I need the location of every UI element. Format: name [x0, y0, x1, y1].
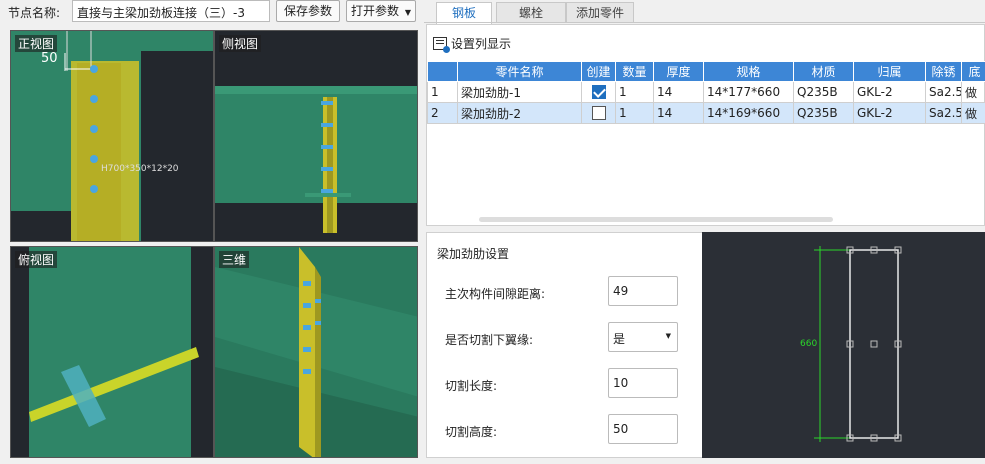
col-header-index	[427, 61, 458, 82]
settings-title: 梁加劲肋设置	[437, 247, 510, 261]
col-header-create[interactable]: 创建	[581, 61, 616, 82]
top-view-label: 俯视图	[15, 251, 58, 268]
cell-qty[interactable]: 1	[615, 81, 654, 103]
parts-panel: 钢板 螺栓 添加零件 设置列显示 零件名称 创建 数量 厚度 规格 材质 归属 …	[424, 0, 985, 464]
cut-flange-label: 是否切割下翼缘:	[445, 333, 534, 347]
column-settings-icon	[433, 37, 450, 53]
cell-index: 1	[427, 81, 458, 103]
cell-spec[interactable]: 14*169*660	[703, 102, 794, 124]
cut-flange-select[interactable]: 是 ▼	[608, 322, 678, 352]
col-header-rust[interactable]: 除锈	[925, 61, 962, 82]
col-header-name[interactable]: 零件名称	[457, 61, 582, 82]
cell-extra[interactable]: 做	[961, 81, 985, 103]
table-header-row: 零件名称 创建 数量 厚度 规格 材质 归属 除锈 底	[427, 61, 985, 82]
cell-material[interactable]: Q235B	[793, 102, 854, 124]
cell-material[interactable]: Q235B	[793, 81, 854, 103]
3d-view-model	[215, 247, 417, 457]
node-name-input[interactable]: 直接与主梁加劲板连接（三）-3	[72, 0, 270, 22]
side-view-model	[215, 31, 417, 241]
cell-spec[interactable]: 14*177*660	[703, 81, 794, 103]
stiffener-settings: 梁加劲肋设置 主次构件间隙距离: 49 是否切割下翼缘: 是 ▼ 切割长度: 1…	[426, 232, 704, 458]
gap-input[interactable]: 49	[608, 276, 678, 306]
front-view[interactable]: 正视图 50 H700*350*12*20	[10, 30, 214, 242]
top-view-model	[11, 247, 213, 457]
cell-index: 2	[427, 102, 458, 124]
cell-name[interactable]: 梁加劲肋-2	[457, 102, 582, 124]
preview-dimension-label: 660	[800, 339, 818, 349]
gap-label: 主次构件间隙距离:	[445, 287, 546, 301]
cut-flange-value: 是	[613, 332, 626, 346]
col-header-qty[interactable]: 数量	[615, 61, 654, 82]
col-header-material[interactable]: 材质	[793, 61, 854, 82]
dropdown-arrow-icon: ▼	[404, 8, 411, 17]
col-header-extra[interactable]: 底	[961, 61, 985, 82]
side-view[interactable]: 侧视图	[214, 30, 418, 242]
3d-view-label: 三维	[219, 251, 250, 268]
cut-length-label: 切割长度:	[445, 379, 498, 393]
chevron-down-icon: ▼	[665, 332, 671, 340]
tab-add-part[interactable]: 添加零件	[566, 2, 634, 23]
cell-thickness[interactable]: 14	[653, 81, 704, 103]
cell-qty[interactable]: 1	[615, 102, 654, 124]
cell-owner[interactable]: GKL-2	[853, 102, 926, 124]
side-view-label: 侧视图	[219, 35, 262, 52]
node-toolbar: 节点名称: 直接与主梁加劲板连接（三）-3 保存参数 打开参数 ▼	[0, 0, 420, 24]
parts-grid-area: 设置列显示 零件名称 创建 数量 厚度 规格 材质 归属 除锈 底 1 梁加劲肋…	[426, 24, 985, 226]
cell-create[interactable]	[581, 102, 616, 124]
create-checkbox[interactable]	[591, 106, 606, 121]
cell-thickness[interactable]: 14	[653, 102, 704, 124]
col-header-spec[interactable]: 规格	[703, 61, 794, 82]
table-row[interactable]: 1 梁加劲肋-1 1 14 14*177*660 Q235B GKL-2 Sa2…	[427, 81, 985, 103]
stiffener-preview[interactable]: 660	[702, 232, 985, 458]
front-view-label: 正视图	[15, 35, 58, 52]
cut-length-input[interactable]: 10	[608, 368, 678, 398]
cell-create[interactable]	[581, 81, 616, 103]
cell-rust[interactable]: Sa2.5	[925, 81, 962, 103]
tab-divider	[424, 22, 985, 23]
stiffener-drawing	[814, 246, 902, 442]
front-dimension-value: 50	[41, 51, 58, 66]
col-header-thickness[interactable]: 厚度	[653, 61, 704, 82]
column-settings-button[interactable]: 设置列显示	[433, 35, 512, 53]
cell-owner[interactable]: GKL-2	[853, 81, 926, 103]
cut-height-label: 切割高度:	[445, 425, 498, 439]
top-view[interactable]: 俯视图	[10, 246, 214, 458]
cell-rust[interactable]: Sa2.5	[925, 102, 962, 124]
tab-steel-plate[interactable]: 钢板	[436, 2, 492, 24]
3d-view[interactable]: 三维	[214, 246, 418, 458]
parts-table: 零件名称 创建 数量 厚度 规格 材质 归属 除锈 底 1 梁加劲肋-1 1 1…	[427, 61, 985, 124]
create-checkbox[interactable]	[591, 85, 606, 100]
save-params-button[interactable]: 保存参数	[276, 0, 340, 22]
open-params-label: 打开参数	[351, 4, 400, 18]
column-settings-label: 设置列显示	[451, 37, 512, 51]
node-name-label: 节点名称:	[8, 6, 61, 20]
open-params-button[interactable]: 打开参数 ▼	[346, 0, 416, 22]
table-row[interactable]: 2 梁加劲肋-2 1 14 14*169*660 Q235B GKL-2 Sa2…	[427, 102, 985, 124]
cut-height-input[interactable]: 50	[608, 414, 678, 444]
horizontal-scrollbar[interactable]	[479, 217, 833, 222]
col-header-owner[interactable]: 归属	[853, 61, 926, 82]
beam-spec-text: H700*350*12*20	[101, 164, 179, 174]
cell-name[interactable]: 梁加劲肋-1	[457, 81, 582, 103]
tab-bolt[interactable]: 螺栓	[496, 2, 566, 23]
cell-extra[interactable]: 做	[961, 102, 985, 124]
